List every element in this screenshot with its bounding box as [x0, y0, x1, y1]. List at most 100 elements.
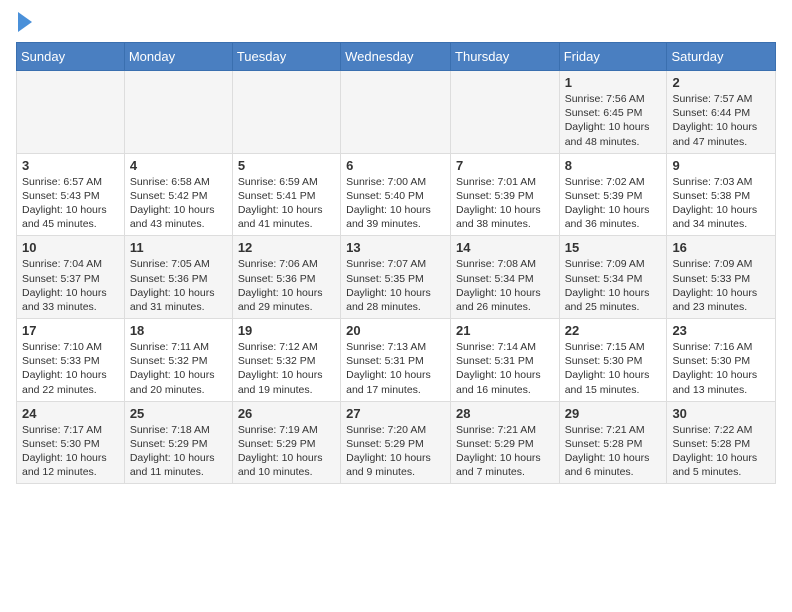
calendar-cell: 14Sunrise: 7:08 AMSunset: 5:34 PMDayligh…: [451, 236, 560, 319]
day-info: Daylight: 10 hours and 47 minutes.: [672, 120, 770, 148]
day-info: Sunset: 5:33 PM: [22, 354, 119, 368]
calendar-cell: [341, 71, 451, 154]
day-info: Sunset: 5:29 PM: [130, 437, 227, 451]
day-number: 17: [22, 323, 119, 338]
calendar-cell: 9Sunrise: 7:03 AMSunset: 5:38 PMDaylight…: [667, 153, 776, 236]
day-info: Daylight: 10 hours and 34 minutes.: [672, 203, 770, 231]
day-info: Sunset: 5:43 PM: [22, 189, 119, 203]
day-info: Sunset: 5:28 PM: [672, 437, 770, 451]
day-info: Sunrise: 7:15 AM: [565, 340, 662, 354]
day-info: Daylight: 10 hours and 38 minutes.: [456, 203, 554, 231]
day-info: Daylight: 10 hours and 15 minutes.: [565, 368, 662, 396]
day-number: 28: [456, 406, 554, 421]
day-number: 12: [238, 240, 335, 255]
day-info: Daylight: 10 hours and 36 minutes.: [565, 203, 662, 231]
day-info: Sunset: 5:34 PM: [456, 272, 554, 286]
day-info: Daylight: 10 hours and 41 minutes.: [238, 203, 335, 231]
day-info: Sunrise: 7:20 AM: [346, 423, 445, 437]
day-info: Sunrise: 7:07 AM: [346, 257, 445, 271]
calendar-week-row: 3 Sunrise: 6:57 AMSunset: 5:43 PM Daylight…: [17, 153, 776, 236]
day-info: Sunrise: 7:19 AM: [238, 423, 335, 437]
day-info: Sunrise: 7:03 AM: [672, 175, 770, 189]
day-info: Sunrise: 7:10 AM: [22, 340, 119, 354]
day-info: Sunrise: 6:58 AM: [130, 175, 227, 189]
calendar-cell: 25Sunrise: 7:18 AMSunset: 5:29 PMDayligh…: [124, 401, 232, 484]
day-info: Sunset: 6:45 PM: [565, 106, 662, 120]
day-info: Sunrise: 7:09 AM: [565, 257, 662, 271]
day-info: Daylight: 10 hours and 39 minutes.: [346, 203, 445, 231]
calendar-cell: 1Sunrise: 7:56 AMSunset: 6:45 PMDaylight…: [559, 71, 667, 154]
day-of-week-header: Wednesday: [341, 43, 451, 71]
day-info: Daylight: 10 hours and 25 minutes.: [565, 286, 662, 314]
day-info: Sunset: 5:41 PM: [238, 189, 335, 203]
day-of-week-header: Tuesday: [232, 43, 340, 71]
day-info: Sunrise: 7:17 AM: [22, 423, 119, 437]
day-info: Sunset: 5:36 PM: [238, 272, 335, 286]
calendar-cell: 26Sunrise: 7:19 AMSunset: 5:29 PMDayligh…: [232, 401, 340, 484]
calendar-cell: [124, 71, 232, 154]
calendar-cell: 30Sunrise: 7:22 AMSunset: 5:28 PMDayligh…: [667, 401, 776, 484]
day-info: Daylight: 10 hours and 13 minutes.: [672, 368, 770, 396]
logo: [16, 16, 32, 32]
calendar-cell: [17, 71, 125, 154]
calendar-cell: [451, 71, 560, 154]
day-number: 7: [456, 158, 554, 173]
day-number: 5: [238, 158, 335, 173]
day-info: Sunrise: 7:57 AM: [672, 92, 770, 106]
calendar-week-row: 24Sunrise: 7:17 AMSunset: 5:30 PMDayligh…: [17, 401, 776, 484]
day-of-week-header: Sunday: [17, 43, 125, 71]
day-number: 2: [672, 75, 770, 90]
day-info: Sunrise: 7:00 AM: [346, 175, 445, 189]
day-info: Daylight: 10 hours and 16 minutes.: [456, 368, 554, 396]
day-info: Sunrise: 7:14 AM: [456, 340, 554, 354]
calendar-cell: [232, 71, 340, 154]
calendar-cell: 23Sunrise: 7:16 AMSunset: 5:30 PMDayligh…: [667, 319, 776, 402]
day-info: Daylight: 10 hours and 9 minutes.: [346, 451, 445, 479]
day-number: 3: [22, 158, 119, 173]
calendar-cell: 22 Sunrise: 7:15 AMSunset: 5:30 PMDayligh…: [559, 319, 667, 402]
day-info: Sunset: 5:38 PM: [672, 189, 770, 203]
day-of-week-header: Thursday: [451, 43, 560, 71]
day-info: Sunset: 5:30 PM: [22, 437, 119, 451]
day-number: 8: [565, 158, 662, 173]
day-number: 14: [456, 240, 554, 255]
day-info: Sunset: 5:37 PM: [22, 272, 119, 286]
day-info: Sunset: 5:30 PM: [672, 354, 770, 368]
day-number: 4: [130, 158, 227, 173]
day-info: Sunrise: 7:08 AM: [456, 257, 554, 271]
calendar-cell: 24Sunrise: 7:17 AMSunset: 5:30 PMDayligh…: [17, 401, 125, 484]
day-info: Daylight: 10 hours and 48 minutes.: [565, 120, 662, 148]
day-number: 26: [238, 406, 335, 421]
day-info: Sunrise: 7:01 AM: [456, 175, 554, 189]
day-info: Sunset: 5:29 PM: [238, 437, 335, 451]
day-number: 16: [672, 240, 770, 255]
day-of-week-header: Monday: [124, 43, 232, 71]
day-info: Daylight: 10 hours and 31 minutes.: [130, 286, 227, 314]
day-number: 22: [565, 323, 662, 338]
calendar-cell: 29Sunrise: 7:21 AMSunset: 5:28 PMDayligh…: [559, 401, 667, 484]
calendar-table: SundayMondayTuesdayWednesdayThursdayFrid…: [16, 42, 776, 484]
calendar-cell: 4Sunrise: 6:58 AMSunset: 5:42 PMDaylight…: [124, 153, 232, 236]
day-info: Sunset: 5:33 PM: [672, 272, 770, 286]
day-number: 11: [130, 240, 227, 255]
day-info: Daylight: 10 hours and 43 minutes.: [130, 203, 227, 231]
day-number: 21: [456, 323, 554, 338]
logo-arrow-icon: [18, 12, 32, 32]
calendar-cell: 18Sunrise: 7:11 AMSunset: 5:32 PMDayligh…: [124, 319, 232, 402]
calendar-header-row: SundayMondayTuesdayWednesdayThursdayFrid…: [17, 43, 776, 71]
day-info: Sunrise: 7:04 AM: [22, 257, 119, 271]
day-info: Sunrise: 6:57 AM: [22, 175, 119, 189]
day-info: Sunrise: 7:12 AM: [238, 340, 335, 354]
day-info: Daylight: 10 hours and 17 minutes.: [346, 368, 445, 396]
day-info: Sunset: 5:30 PM: [565, 354, 662, 368]
day-number: 18: [130, 323, 227, 338]
day-info: Sunset: 5:39 PM: [456, 189, 554, 203]
day-number: 10: [22, 240, 119, 255]
day-info: Daylight: 10 hours and 5 minutes.: [672, 451, 770, 479]
day-info: Sunrise: 7:05 AM: [130, 257, 227, 271]
day-info: Sunrise: 6:59 AM: [238, 175, 335, 189]
day-info: Sunrise: 7:21 AM: [456, 423, 554, 437]
day-info: Sunrise: 7:02 AM: [565, 175, 662, 189]
calendar-cell: 27Sunrise: 7:20 AMSunset: 5:29 PMDayligh…: [341, 401, 451, 484]
day-number: 15: [565, 240, 662, 255]
